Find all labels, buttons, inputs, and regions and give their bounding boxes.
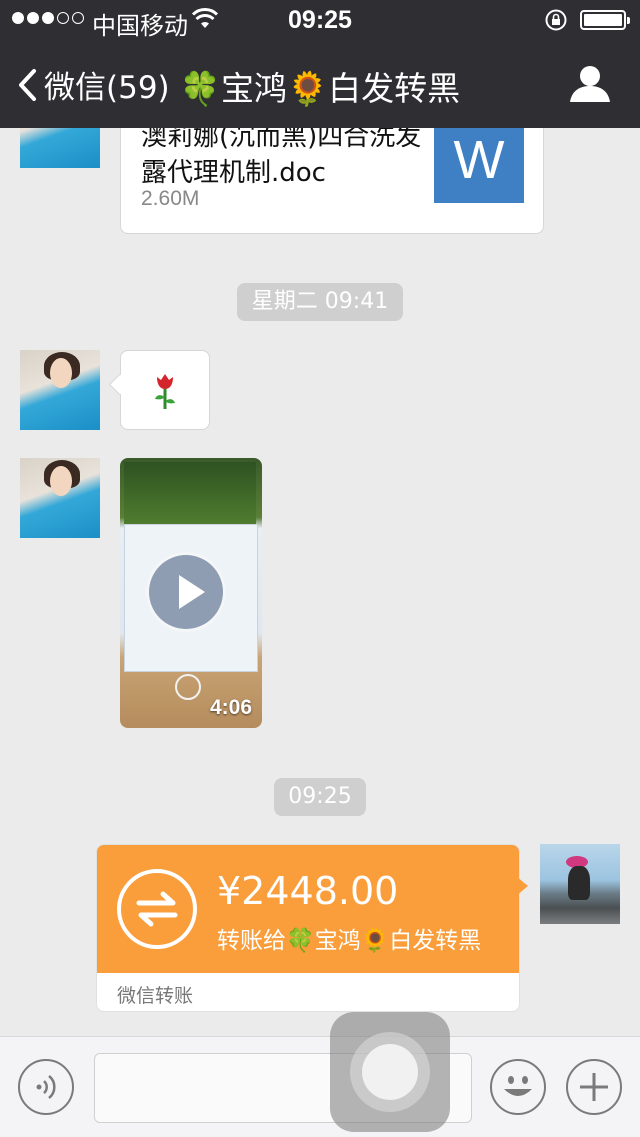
assistive-touch-button[interactable] (330, 1012, 450, 1132)
time-divider: 09:25 (274, 778, 366, 816)
transfer-recipient: 转账给🍀宝鸿🌻白发转黑 (217, 928, 482, 954)
chat-title: 🍀宝鸿🌻白发转黑 (179, 69, 461, 108)
file-name: 澳莉娜(沉而黑)四合洗发露代理机制.doc (141, 122, 422, 188)
bubble-tail (516, 876, 528, 896)
battery-icon (580, 10, 630, 30)
rotation-lock-icon (544, 8, 568, 37)
emoji-message[interactable] (120, 350, 210, 430)
contact-avatar[interactable] (20, 458, 100, 538)
top-bar: 中国移动 09:25 微信(59) 🍀宝鸿🌻白发转黑 (0, 0, 640, 128)
transfer-message[interactable]: ¥2448.00 转账给🍀宝鸿🌻白发转黑 微信转账 (96, 844, 520, 1012)
smiley-icon (504, 1076, 532, 1096)
file-size: 2.60M (141, 187, 200, 210)
contact-avatar[interactable] (20, 350, 100, 430)
status-bar: 中国移动 09:25 (0, 0, 640, 40)
more-button[interactable] (566, 1059, 622, 1115)
transfer-arrows-icon (117, 869, 197, 949)
plus-icon (580, 1073, 608, 1101)
time-divider: 星期二 09:41 (237, 283, 403, 321)
video-message[interactable]: 4:06 (120, 458, 262, 728)
nav-bar: 微信(59) 🍀宝鸿🌻白发转黑 (0, 40, 640, 128)
play-icon[interactable] (146, 552, 226, 632)
word-document-icon: W (434, 117, 524, 203)
voice-icon (36, 1075, 56, 1099)
input-bar (0, 1036, 640, 1137)
chat-info-button[interactable] (568, 64, 612, 109)
my-avatar[interactable] (540, 844, 620, 924)
transfer-label: 微信转账 (117, 985, 194, 1007)
person-icon (570, 66, 610, 102)
voice-button[interactable] (18, 1059, 74, 1115)
emoji-button[interactable] (490, 1059, 546, 1115)
video-duration: 4:06 (209, 696, 252, 719)
transfer-amount: ¥2448.00 (217, 869, 399, 913)
rose-icon (155, 374, 175, 409)
